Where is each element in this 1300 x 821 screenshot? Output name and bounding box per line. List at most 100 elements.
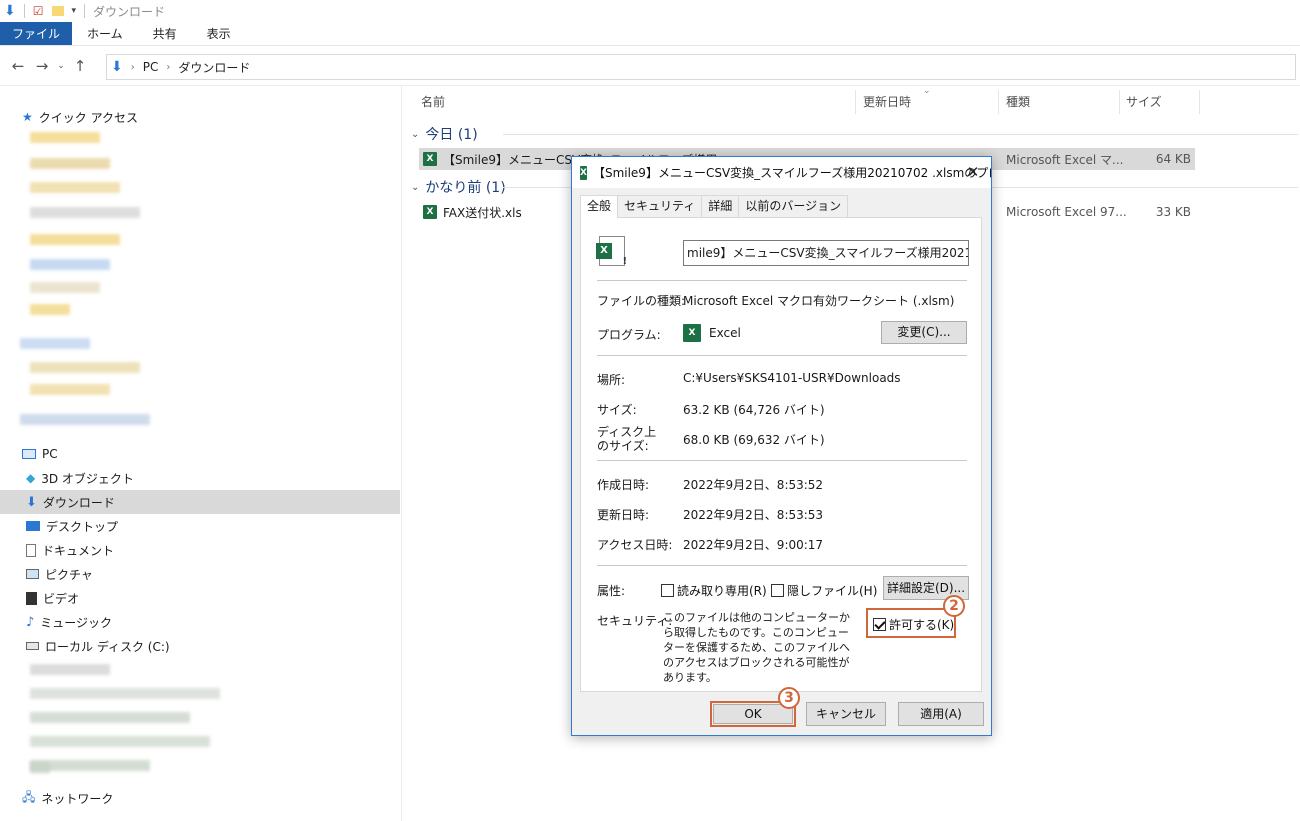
value-size-on-disk: 68.0 KB (69,632 バイト) <box>683 433 825 447</box>
checkbox-box[interactable] <box>873 618 886 631</box>
readonly-checkbox[interactable]: 読み取り専用(R) <box>661 582 767 599</box>
label-modified: 更新日時: <box>597 508 650 522</box>
column-header-size[interactable]: サイズ <box>1126 92 1162 116</box>
tab-share[interactable]: 共有 <box>138 22 192 45</box>
label-size: サイズ: <box>597 403 637 417</box>
tab-file[interactable]: ファイル <box>0 22 73 45</box>
step-badge-3: 3 <box>778 687 800 709</box>
label-location: 場所: <box>597 373 626 387</box>
sidebar-item-documents[interactable]: ドキュメント <box>0 538 400 562</box>
checkbox-label: 許可する(K) <box>889 618 955 632</box>
desktop-icon <box>26 521 40 531</box>
column-header-name[interactable]: 名前 <box>421 92 445 116</box>
label-attributes: 属性: <box>597 584 626 598</box>
forward-arrow-icon[interactable]: → <box>30 57 54 75</box>
download-arrow-icon: ⬇ <box>26 494 37 510</box>
tab-home[interactable]: ホーム <box>72 22 138 45</box>
column-divider[interactable] <box>1199 90 1200 114</box>
chevron-down-icon: ⌄ <box>411 128 420 140</box>
hidden-checkbox[interactable]: 隠しファイル(H) <box>771 582 877 599</box>
checkbox-box[interactable] <box>661 584 674 597</box>
value-program: Excel <box>709 326 741 340</box>
blurred-item <box>30 736 210 747</box>
column-divider[interactable] <box>855 90 856 114</box>
document-icon <box>26 543 36 557</box>
properties-icon[interactable]: ☑ <box>33 4 44 18</box>
recent-chevron-icon[interactable]: ⌄ <box>54 61 68 71</box>
blurred-item <box>30 384 110 395</box>
breadcrumb-pc[interactable]: PC <box>143 60 159 74</box>
breadcrumb-downloads[interactable]: ダウンロード <box>178 59 250 76</box>
checkbox-box[interactable] <box>771 584 784 597</box>
excel-file-icon: X <box>423 205 437 219</box>
group-header-long-ago[interactable]: ⌄ かなり前 (1) <box>411 177 506 197</box>
tab-details[interactable]: 詳細 <box>701 195 740 217</box>
checkbox-label: 読み取り専用(R) <box>677 584 767 598</box>
sidebar-item-network[interactable]: 🖧 ネットワーク <box>0 786 400 810</box>
apply-button[interactable]: 適用(A) <box>898 702 984 726</box>
tab-general[interactable]: 全般 <box>580 195 619 218</box>
filename-field[interactable]: mile9】メニューCSV変換_スマイルフーズ様用20210702 .xlsm <box>683 240 969 266</box>
unblock-checkbox[interactable]: 許可する(K) <box>873 616 954 633</box>
tab-security[interactable]: セキュリティ <box>617 195 703 217</box>
blurred-item <box>30 259 110 270</box>
sidebar-item-label: ドキュメント <box>42 543 115 558</box>
label-program: プログラム: <box>597 328 661 342</box>
download-folder-icon: ⬇ <box>111 59 123 75</box>
sidebar-item-label: PC <box>42 447 58 461</box>
checkbox-label: 隠しファイル(H) <box>787 584 878 598</box>
sort-chevron-icon: ⌄ <box>923 86 931 96</box>
address-bar[interactable]: ⬇ › PC › ダウンロード <box>106 54 1296 80</box>
chevron-right-icon[interactable]: › <box>131 62 135 73</box>
back-arrow-icon[interactable]: ← <box>6 57 30 75</box>
download-arrow-icon: ⬇ <box>4 3 16 19</box>
label-accessed: アクセス日時: <box>597 538 673 552</box>
chevron-right-icon[interactable]: › <box>166 62 170 73</box>
dialog-tabs: 全般 セキュリティ 詳細 以前のバージョン <box>580 195 849 218</box>
chevron-down-icon: ⌄ <box>411 181 420 193</box>
column-header-type[interactable]: 種類 <box>1006 92 1030 116</box>
column-header-date[interactable]: 更新日時 <box>863 92 911 116</box>
file-name: FAX送付状.xls <box>443 205 522 220</box>
blurred-item <box>30 234 120 245</box>
new-folder-icon[interactable] <box>51 6 64 16</box>
sidebar-item-label: ネットワーク <box>41 791 114 806</box>
group-header-today[interactable]: ⌄ 今日 (1) <box>411 124 478 144</box>
blurred-item <box>30 158 110 169</box>
blurred-item <box>30 282 100 293</box>
sidebar-item-pc[interactable]: PC <box>0 442 400 466</box>
value-size: 63.2 KB (64,726 バイト) <box>683 403 825 417</box>
sidebar-item-quick-access[interactable]: ★ クイック アクセス <box>0 105 400 129</box>
sidebar-item-music[interactable]: ♪ ミュージック <box>0 610 400 634</box>
sidebar-item-local-disk[interactable]: ローカル ディスク (C:) <box>0 634 400 658</box>
ok-button[interactable]: OK <box>713 704 793 724</box>
label-filetype: ファイルの種類: <box>597 294 686 308</box>
chevron-down-icon[interactable]: ▾ <box>72 6 77 16</box>
sidebar-item-label: ダウンロード <box>42 495 115 510</box>
sidebar-item-pictures[interactable]: ピクチャ <box>0 562 400 586</box>
sidebar-item-downloads[interactable]: ⬇ ダウンロード <box>0 490 400 514</box>
file-type: Microsoft Excel 97... <box>1006 205 1127 219</box>
sidebar-item-videos[interactable]: ビデオ <box>0 586 400 610</box>
quick-access-toolbar: ⬇ ☑ ▾ ダウンロード <box>0 0 1300 22</box>
column-divider[interactable] <box>998 90 999 114</box>
tab-previous-versions[interactable]: 以前のバージョン <box>738 195 849 217</box>
tab-view[interactable]: 表示 <box>192 22 246 45</box>
sidebar-item-3d-objects[interactable]: ◆ 3D オブジェクト <box>0 466 400 490</box>
dialog-title-bar[interactable]: X 【Smile9】メニューCSV変換_スマイルフーズ様用20210702 .x… <box>572 157 991 188</box>
cancel-button[interactable]: キャンセル <box>806 702 886 726</box>
group-label: かなり前 (1) <box>425 180 506 196</box>
change-button[interactable]: 変更(C)... <box>881 321 967 344</box>
blurred-item <box>30 712 190 723</box>
navigation-pane: ★ クイック アクセス PC ◆ 3D オブジェクト ⬇ ダウンロード デスクト… <box>0 86 402 821</box>
divider <box>597 355 967 356</box>
group-divider <box>503 134 1298 135</box>
up-arrow-icon[interactable]: ↑ <box>68 57 92 75</box>
column-divider[interactable] <box>1119 90 1120 114</box>
file-size: 33 KB <box>1155 205 1191 219</box>
blurred-item <box>20 414 150 425</box>
sidebar-item-label: クイック アクセス <box>38 110 138 125</box>
close-icon[interactable]: ✕ <box>955 157 991 188</box>
sidebar-item-label: ビデオ <box>43 591 80 606</box>
sidebar-item-desktop[interactable]: デスクトップ <box>0 514 400 538</box>
